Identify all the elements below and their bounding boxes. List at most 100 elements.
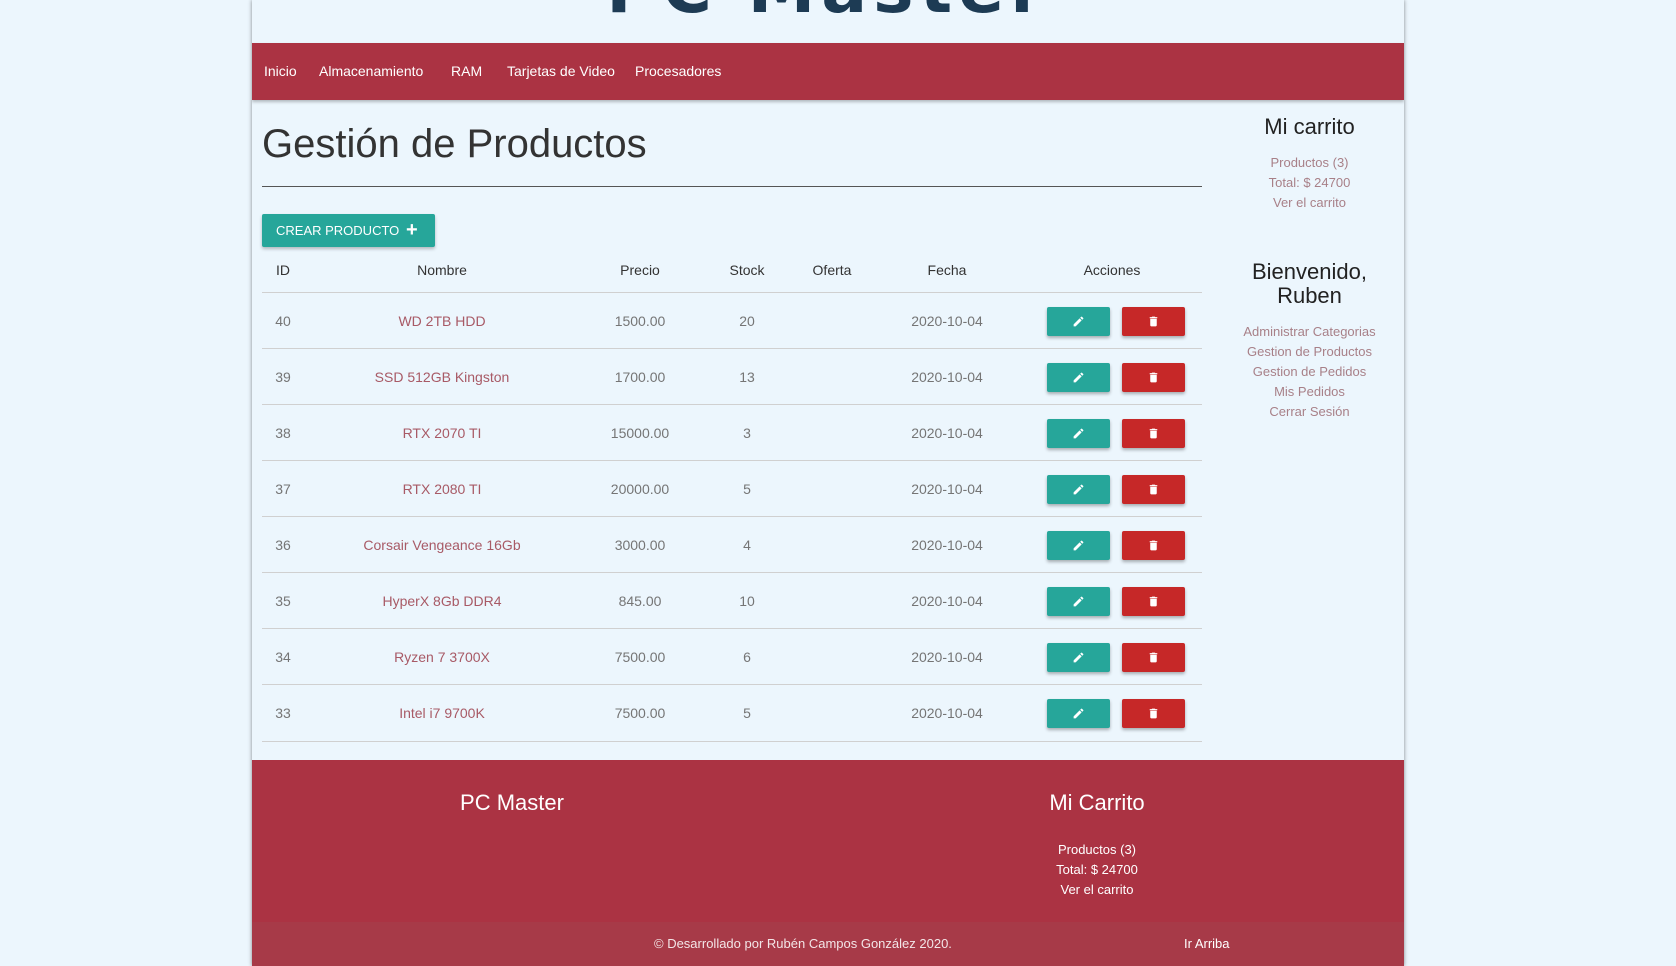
footer-cart-products[interactable]: Productos (3) (997, 840, 1197, 860)
cell-id: 35 (275, 593, 291, 609)
sidebar-cart-products[interactable]: Productos (3) (1222, 153, 1397, 173)
cell-precio: 1700.00 (614, 369, 666, 385)
cell-oferta (792, 349, 872, 405)
column-header-id: ID (276, 262, 290, 278)
column-header-stock: Stock (729, 262, 765, 278)
nav-item-tarjetas-de-video[interactable]: Tarjetas de Video (507, 43, 615, 100)
edit-product-button[interactable] (1047, 307, 1110, 336)
delete-product-button[interactable] (1122, 475, 1185, 504)
cell-nombre[interactable]: WD 2TB HDD (322, 293, 562, 349)
cell-stock: 3 (743, 425, 751, 441)
cell-nombre[interactable]: HyperX 8Gb DDR4 (322, 573, 562, 629)
nav-item-procesadores[interactable]: Procesadores (635, 43, 721, 100)
footer-cart-total: Total: $ 24700 (1056, 862, 1138, 877)
sidebar-link-administrar-categorias[interactable]: Administrar Categorias (1222, 322, 1397, 342)
cell-nombre[interactable]: Ryzen 7 3700X (322, 629, 562, 685)
cell-oferta (792, 293, 872, 349)
cell-stock: 6 (743, 649, 751, 665)
title-divider (262, 186, 1202, 187)
cell-fecha: 2020-10-04 (911, 481, 983, 497)
back-to-top-link[interactable]: Ir Arriba (1184, 922, 1230, 966)
main-nav: Inicio Almacenamiento RAM Tarjetas de Vi… (252, 43, 1404, 100)
delete-product-button[interactable] (1122, 307, 1185, 336)
copyright-text: © Desarrollado por Rubén Campos González… (654, 936, 952, 951)
sidebar-link-gestion-pedidos[interactable]: Gestion de Pedidos (1222, 362, 1397, 382)
delete-product-button[interactable] (1122, 363, 1185, 392)
edit-product-button[interactable] (1047, 419, 1110, 448)
cell-precio: 845.00 (618, 593, 662, 609)
cell-oferta (792, 629, 872, 685)
edit-product-button[interactable] (1047, 699, 1110, 728)
delete-product-button[interactable] (1122, 699, 1185, 728)
create-product-button[interactable]: CREAR PRODUCTO + (262, 214, 435, 247)
sidebar-cart-total: Total: $ 24700 (1268, 175, 1351, 190)
nav-item-inicio[interactable]: Inicio (264, 43, 297, 100)
cell-stock: 10 (739, 593, 755, 609)
cell-fecha: 2020-10-04 (911, 537, 983, 553)
table-row: 38 RTX 2070 TI 15000.00 3 2020-10-04 (262, 404, 1202, 461)
page-title: Gestión de Productos (262, 122, 647, 166)
cell-fecha: 2020-10-04 (911, 425, 983, 441)
edit-product-button[interactable] (1047, 363, 1110, 392)
sidebar-cart-title: Mi carrito (1264, 114, 1355, 139)
delete-product-button[interactable] (1122, 419, 1185, 448)
column-header-nombre: Nombre (417, 262, 467, 278)
cell-nombre[interactable]: Intel i7 9700K (322, 685, 562, 741)
cell-id: 34 (275, 649, 291, 665)
delete-product-button[interactable] (1122, 587, 1185, 616)
column-header-oferta: Oferta (812, 262, 852, 278)
cell-stock: 20 (739, 313, 755, 329)
footer: PC Master Mi Carrito Productos (3) Total… (252, 760, 1404, 922)
nav-item-ram[interactable]: RAM (451, 43, 482, 100)
cell-precio: 7500.00 (614, 649, 666, 665)
cell-stock: 4 (743, 537, 751, 553)
cell-id: 33 (275, 705, 291, 721)
cell-precio: 1500.00 (614, 313, 666, 329)
sidebar-link-gestion-productos[interactable]: Gestion de Productos (1222, 342, 1397, 362)
table-row: 33 Intel i7 9700K 7500.00 5 2020-10-04 (262, 684, 1202, 741)
footer-view-cart-link[interactable]: Ver el carrito (997, 880, 1197, 900)
cell-nombre[interactable]: RTX 2080 TI (322, 461, 562, 517)
footer-cart-title: Mi Carrito (1049, 790, 1145, 815)
edit-product-button[interactable] (1047, 475, 1110, 504)
nav-item-almacenamiento[interactable]: Almacenamiento (319, 43, 423, 100)
table-row: 39 SSD 512GB Kingston 1700.00 13 2020-10-04 (262, 348, 1202, 405)
cell-oferta (792, 405, 872, 461)
copyright-bar: © Desarrollado por Rubén Campos González… (252, 922, 1404, 966)
cell-oferta (792, 685, 872, 741)
cell-id: 38 (275, 425, 291, 441)
cell-oferta (792, 517, 872, 573)
sidebar-welcome-user: Ruben (1277, 283, 1342, 308)
create-product-label: CREAR PRODUCTO (276, 223, 400, 238)
cell-precio: 7500.00 (614, 705, 666, 721)
delete-product-button[interactable] (1122, 643, 1185, 672)
sidebar-link-mis-pedidos[interactable]: Mis Pedidos (1222, 382, 1397, 402)
table-row: 35 HyperX 8Gb DDR4 845.00 10 2020-10-04 (262, 572, 1202, 629)
column-header-precio: Precio (620, 262, 660, 278)
cell-fecha: 2020-10-04 (911, 705, 983, 721)
cell-precio: 15000.00 (610, 425, 670, 441)
cell-id: 37 (275, 481, 291, 497)
table-row: 36 Corsair Vengeance 16Gb 3000.00 4 2020-10-… (262, 516, 1202, 573)
cell-stock: 5 (743, 481, 751, 497)
page: PC Master Inicio Almacenamiento RAM Tarj… (252, 0, 1404, 966)
sidebar-view-cart-link[interactable]: Ver el carrito (1222, 193, 1397, 213)
cell-fecha: 2020-10-04 (911, 593, 983, 609)
cell-nombre[interactable]: SSD 512GB Kingston (322, 349, 562, 405)
table-row: 34 Ryzen 7 3700X 7500.00 6 2020-10-04 (262, 628, 1202, 685)
cell-precio: 20000.00 (610, 481, 670, 497)
site-logo[interactable]: PC Master (252, 0, 1404, 24)
logo-area: PC Master (252, 0, 1404, 43)
cell-fecha: 2020-10-04 (911, 649, 983, 665)
cell-nombre[interactable]: RTX 2070 TI (322, 405, 562, 461)
footer-brand: PC Master (460, 790, 564, 815)
table-row: 40 WD 2TB HDD 1500.00 20 2020-10-04 (262, 292, 1202, 349)
cell-nombre[interactable]: Corsair Vengeance 16Gb (322, 517, 562, 573)
edit-product-button[interactable] (1047, 643, 1110, 672)
cell-id: 36 (275, 537, 291, 553)
edit-product-button[interactable] (1047, 531, 1110, 560)
delete-product-button[interactable] (1122, 531, 1185, 560)
edit-product-button[interactable] (1047, 587, 1110, 616)
sidebar-link-cerrar-sesion[interactable]: Cerrar Sesión (1222, 402, 1397, 422)
plus-icon: + (406, 219, 418, 241)
